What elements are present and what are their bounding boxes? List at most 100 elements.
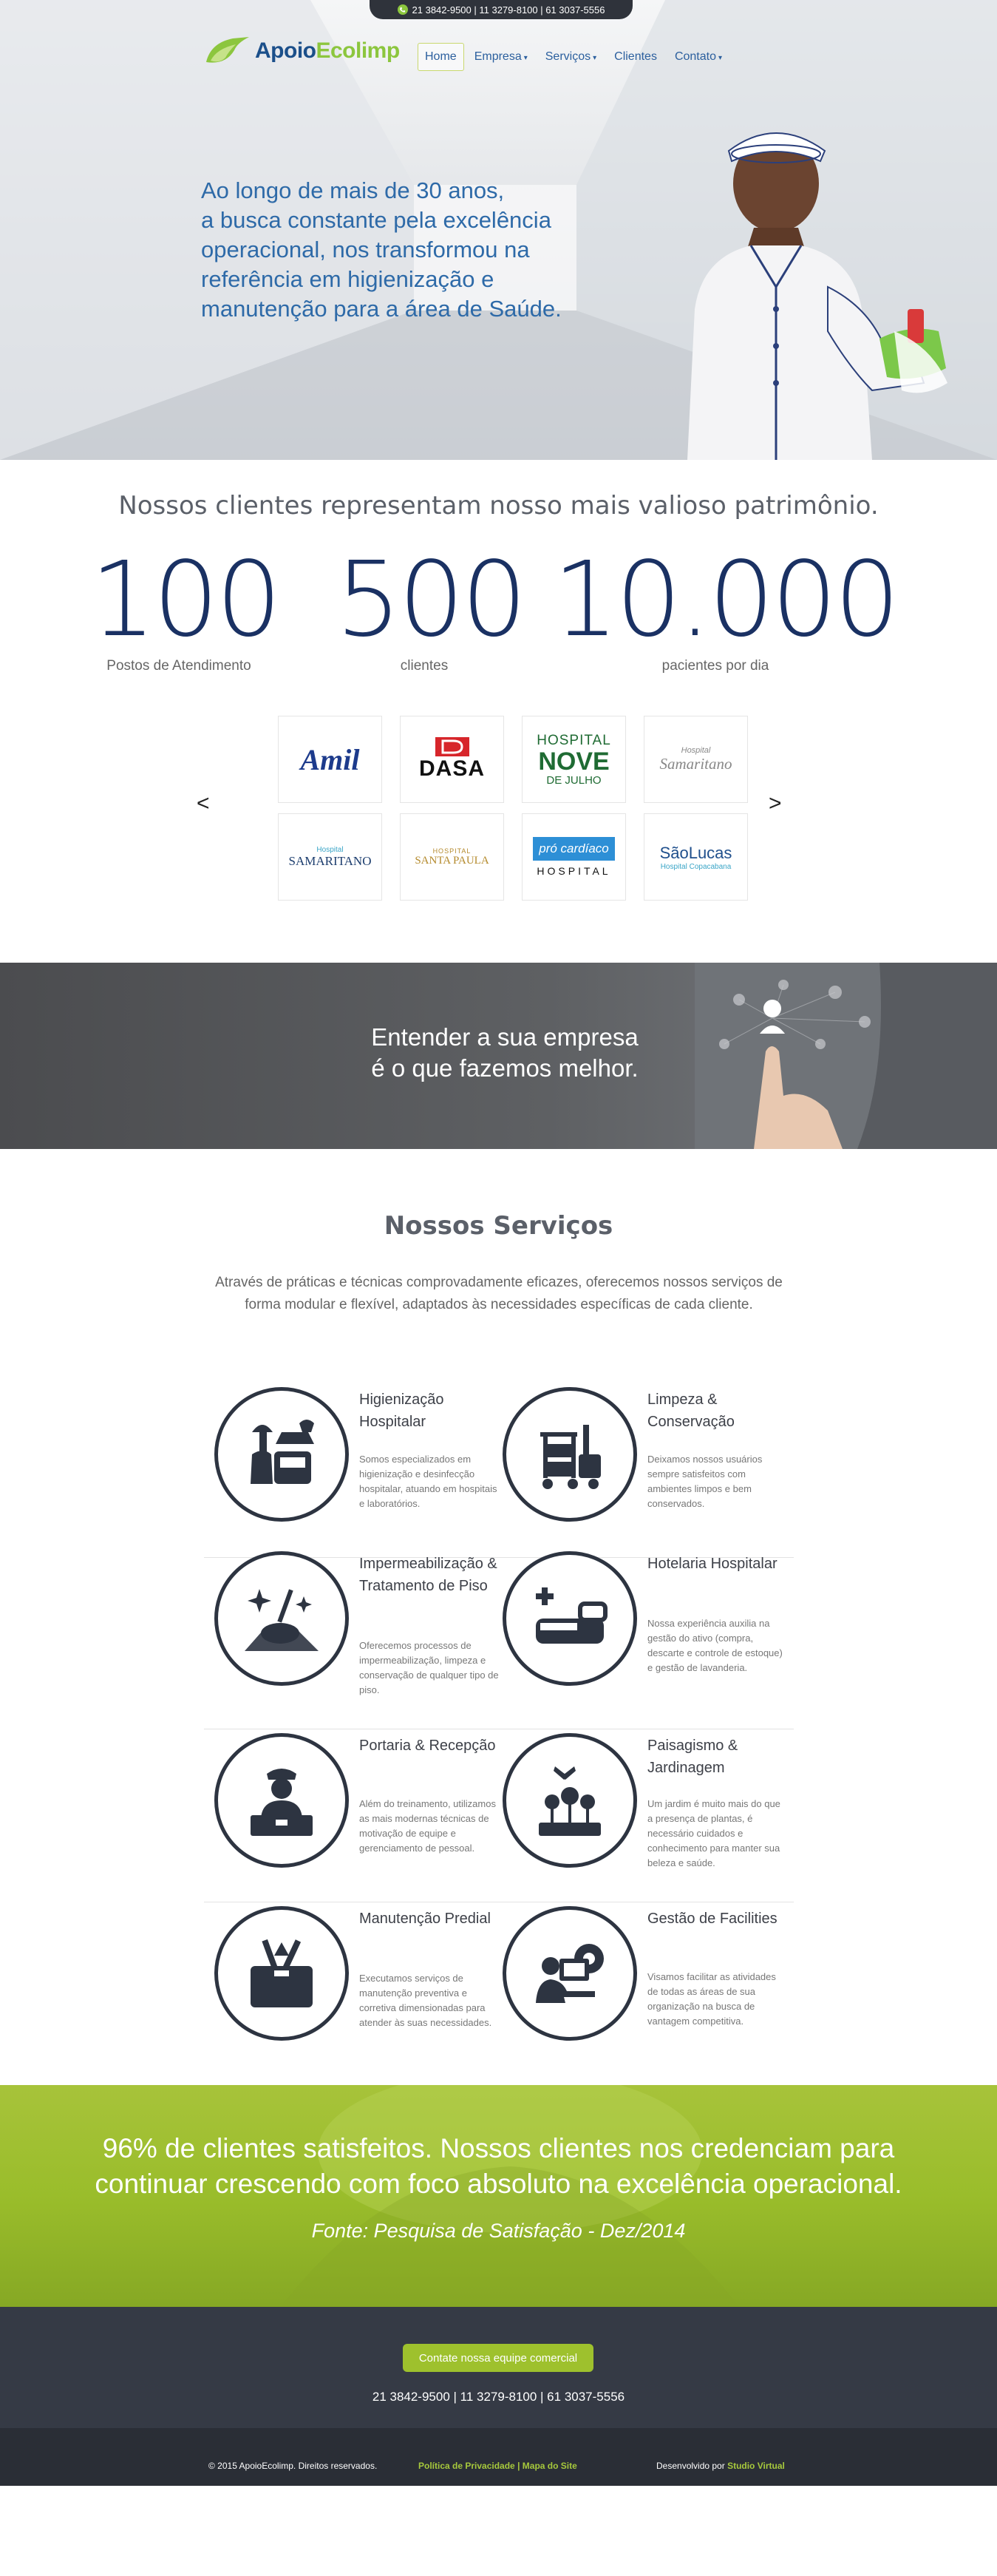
- site-footer: © 2015 ApoioEcolimp. Direitos reservados…: [0, 2428, 997, 2486]
- client-logo-text: NOVE: [538, 747, 610, 776]
- stat-item: 500 clientes: [336, 540, 527, 674]
- service-text: Executamos serviços de manutenção preven…: [359, 1973, 492, 2028]
- stat-label: Postos de Atendimento: [106, 658, 251, 674]
- chevron-down-icon: ▾: [593, 54, 597, 62]
- nav-item-servicos[interactable]: Serviços ▾: [538, 43, 604, 71]
- client-logo-sub: Hospital Copacabana: [660, 862, 732, 871]
- phone-icon: [397, 4, 408, 15]
- dasa-mark-icon: [435, 737, 469, 756]
- main-nav: Home Empresa ▾ Serviços ▾ Clientes Contato…: [418, 43, 729, 71]
- contact-phone-numbers: 21 3842-9500 | 11 3279-8100 | 61 3037-55…: [372, 2390, 625, 2404]
- client-logo-santa-paula[interactable]: HOSPITAL SANTA PAULA: [400, 813, 504, 901]
- logo-text: ApoioEcolimp: [255, 38, 400, 64]
- service-title: Gestão de Facilities: [647, 1911, 777, 1927]
- client-logo-text: pró cardíaco: [533, 837, 615, 861]
- toolbox-icon: [251, 1939, 313, 2007]
- client-logo-text: Samaritano: [659, 754, 732, 773]
- footer-privacy-link[interactable]: Política de Privacidade: [418, 2461, 515, 2471]
- service-card[interactable]: Hotelaria Hospitalar Nossa experiência a…: [503, 1551, 791, 1706]
- stat-label: pacientes por dia: [661, 658, 769, 674]
- chevron-down-icon: ▾: [718, 54, 723, 62]
- nav-item-label: Empresa: [474, 50, 522, 63]
- client-logo-dasa[interactable]: DASA: [400, 716, 504, 803]
- contact-section: Contate nossa equipe comercial 21 3842-9…: [0, 2307, 997, 2428]
- client-logo-samaritano[interactable]: Hospital SAMARITANO: [278, 813, 382, 901]
- service-card[interactable]: Gestão de Facilities Visamos facilitar a…: [503, 1906, 791, 2061]
- network-people-image: [695, 963, 997, 1149]
- logo-text-apoio: Apoio: [255, 38, 316, 63]
- service-icon-circle: [503, 1733, 637, 1868]
- logo-swoosh-icon: [206, 37, 249, 63]
- client-logo-text: SAMARITANO: [288, 853, 372, 868]
- client-logo-samaritano-hospital[interactable]: Hospital Samaritano: [644, 716, 748, 803]
- client-logo-sub: HOSPITAL: [537, 865, 611, 877]
- hero-line: Ao longo de mais de 30 anos,: [201, 177, 505, 203]
- client-logo-amil[interactable]: Amil: [278, 716, 382, 803]
- nav-item-empresa[interactable]: Empresa ▾: [467, 43, 535, 71]
- service-text: Nossa experiência auxilia na gestão do a…: [647, 1618, 783, 1673]
- service-title: Paisagismo & Jardinagem: [647, 1738, 738, 1776]
- carousel-prev-button[interactable]: <: [197, 791, 210, 816]
- client-logo-text: SANTA PAULA: [415, 854, 489, 867]
- satisfaction-headline: 96% de clientes satisfeitos. Nossos clie…: [0, 2131, 997, 2202]
- hero-line: referência em higienização e: [201, 266, 494, 292]
- client-logo-text: DASA: [418, 756, 485, 781]
- chevron-down-icon: ▾: [523, 54, 528, 62]
- client-logo-sub: Hospital: [681, 745, 711, 755]
- cleaning-kit-icon: [251, 1420, 314, 1484]
- client-logo-sub: Hospital: [316, 845, 344, 854]
- service-title: Manutenção Predial: [359, 1911, 491, 1927]
- satisfaction-line: 96% de clientes satisfeitos. Nossos clie…: [102, 2133, 895, 2163]
- stat-label: clientes: [400, 658, 449, 674]
- client-logo-text: SãoLucas: [659, 843, 732, 862]
- stat-item: 10.000 pacientes por dia: [553, 540, 900, 674]
- service-card[interactable]: Limpeza & Conservação Deixamos nossos us…: [503, 1387, 791, 1542]
- service-text: Oferecemos processos de impermeabilizaçã…: [359, 1640, 499, 1695]
- footer-sitemap-link[interactable]: Mapa do Site: [523, 2461, 577, 2471]
- page-bottom-spacer: [0, 2486, 997, 2499]
- nav-item-home[interactable]: Home: [418, 43, 464, 71]
- service-text: Um jardim é muito mais do que a presença…: [647, 1798, 780, 1868]
- nav-item-clientes[interactable]: Clientes: [607, 43, 664, 71]
- service-card[interactable]: Impermeabilização & Tratamento de Piso O…: [214, 1551, 503, 1706]
- service-card[interactable]: Manutenção Predial Executamos serviços d…: [214, 1906, 503, 2061]
- carousel-next-button[interactable]: >: [769, 791, 782, 816]
- cleaning-cart-icon: [540, 1425, 601, 1489]
- nav-item-label: Home: [425, 50, 457, 63]
- floor-polisher-icon: [245, 1589, 319, 1651]
- contact-sales-button[interactable]: Contate nossa equipe comercial: [403, 2344, 593, 2372]
- client-logo-text-bottom: DE JULHO: [546, 773, 602, 787]
- footer-developer-link[interactable]: Studio Virtual: [727, 2461, 785, 2471]
- service-text: Além do treinamento, utilizamos as mais …: [359, 1798, 496, 1854]
- nav-item-label: Contato: [674, 50, 716, 63]
- service-icon-circle: [503, 1551, 637, 1686]
- client-logo-text: Amil: [300, 742, 360, 776]
- service-card[interactable]: Portaria & Recepção Além do treinamento,…: [214, 1733, 503, 1888]
- service-icon-circle: [214, 1906, 349, 2041]
- satisfaction-line: continuar crescendo com foco absoluto na…: [95, 2169, 902, 2199]
- garden-icon: [539, 1766, 601, 1836]
- service-card[interactable]: Paisagismo & Jardinagem Um jardim é muit…: [503, 1733, 791, 1888]
- stats-section: Nossos clientes representam nosso mais v…: [0, 460, 997, 963]
- hero-headline: Ao longo de mais de 30 anos, a busca con…: [201, 176, 615, 324]
- client-logo-nove-de-julho[interactable]: HOSPITAL NOVE DE JULHO: [522, 716, 626, 803]
- footer-link-separator: |: [517, 2461, 520, 2471]
- nav-item-contato[interactable]: Contato ▾: [667, 43, 729, 71]
- top-phone-bar: 21 3842-9500 | 11 3279-8100 | 61 3037-55…: [370, 0, 633, 19]
- footer-developed-by: Desenvolvido por: [656, 2461, 725, 2471]
- banner-line: é o que fazemos melhor.: [371, 1054, 639, 1082]
- service-text: Visamos facilitar as atividades de todas…: [647, 1971, 776, 2027]
- service-icon-circle: [214, 1551, 349, 1686]
- client-logo-pro-cardiaco[interactable]: pró cardíaco HOSPITAL: [522, 813, 626, 901]
- service-icon-circle: [214, 1387, 349, 1522]
- hero-line: manutenção para a área de Saúde.: [201, 296, 562, 322]
- service-card[interactable]: Higienização Hospitalar Somos especializ…: [214, 1387, 503, 1542]
- facilities-manager-icon: [536, 1944, 604, 2003]
- nav-item-label: Serviços: [545, 50, 591, 63]
- client-logo-sao-lucas[interactable]: SãoLucas Hospital Copacabana: [644, 813, 748, 901]
- site-logo[interactable]: ApoioEcolimp: [203, 33, 400, 70]
- stat-value: 500: [336, 540, 527, 660]
- stat-value: 10.000: [553, 540, 900, 660]
- footer-copyright: © 2015 ApoioEcolimp. Direitos reservados…: [208, 2461, 378, 2471]
- service-title: Limpeza & Conservação: [647, 1392, 735, 1430]
